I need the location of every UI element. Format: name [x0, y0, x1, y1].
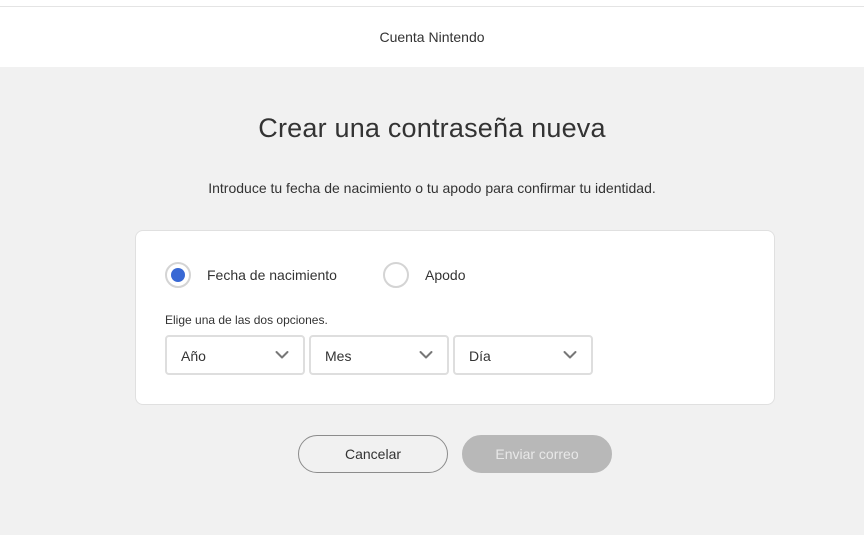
main-content: Crear una contraseña nueva Introduce tu …	[0, 67, 864, 535]
verification-card: Fecha de nacimiento Apodo Elige una de l…	[135, 230, 775, 405]
radio-birthdate-circle[interactable]	[165, 262, 191, 288]
page-subtitle: Introduce tu fecha de nacimiento o tu ap…	[208, 180, 656, 196]
send-email-button[interactable]: Enviar correo	[462, 435, 612, 473]
radio-nickname[interactable]: Apodo	[383, 260, 465, 290]
month-select-value: Mes	[325, 348, 352, 364]
page-title: Crear una contraseña nueva	[258, 113, 606, 143]
choose-option-hint: Elige una de las dos opciones.	[165, 313, 328, 327]
site-header: Cuenta Nintendo	[0, 0, 864, 67]
brand-title: Cuenta Nintendo	[379, 29, 485, 45]
chevron-down-icon	[563, 351, 577, 359]
header-divider	[0, 6, 864, 7]
radio-birthdate[interactable]: Fecha de nacimiento	[165, 260, 337, 290]
chevron-down-icon	[419, 351, 433, 359]
year-select[interactable]: Año	[165, 335, 305, 375]
radio-birthdate-label: Fecha de nacimiento	[207, 267, 337, 283]
year-select-value: Año	[181, 348, 206, 364]
chevron-down-icon	[275, 351, 289, 359]
day-select-value: Día	[469, 348, 491, 364]
radio-nickname-circle[interactable]	[383, 262, 409, 288]
month-select[interactable]: Mes	[309, 335, 449, 375]
cancel-button[interactable]: Cancelar	[298, 435, 448, 473]
radio-nickname-label: Apodo	[425, 267, 466, 283]
day-select[interactable]: Día	[453, 335, 593, 375]
